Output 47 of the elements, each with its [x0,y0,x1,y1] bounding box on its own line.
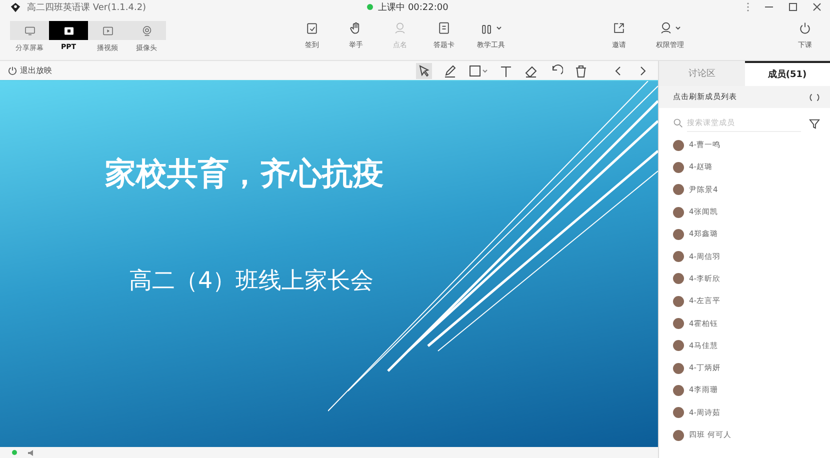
document-icon [437,21,451,35]
avatar [673,206,684,218]
avatar [673,162,684,173]
maximize-icon[interactable] [788,2,798,12]
avatar [673,296,684,307]
avatar [673,273,684,284]
class-status: 上课中 00:22:00 [378,2,448,14]
share-icon [612,21,626,35]
avatar [673,362,684,374]
exit-slideshow-button[interactable]: 退出放映 [8,65,52,76]
slides-icon [62,24,74,36]
slide-title: 家校共育，齐心抗疫 [105,155,385,194]
person-icon [393,21,407,35]
microphone-status-dot [12,450,17,455]
avatar [673,318,684,330]
close-icon[interactable] [812,2,822,12]
avatar [673,340,684,352]
checkbox-icon [305,21,319,35]
monitor-icon [24,24,36,36]
avatar [673,228,684,240]
pen-icon[interactable] [443,64,457,78]
search-icon[interactable] [673,118,683,128]
window-title: 高二四班英语课 Ver(1.1.4.2) [27,2,146,14]
caret-icon [496,26,502,30]
avatar [673,140,684,151]
power-icon [8,66,17,75]
avatar [673,251,684,262]
live-status-dot [367,4,374,10]
avatar [673,430,684,440]
play-icon [102,24,114,36]
panel-tab[interactable]: 讨论区 [659,61,744,86]
people-icon [659,21,673,35]
avatar [673,407,684,418]
trash-icon[interactable] [574,64,588,78]
text-icon[interactable] [499,64,513,78]
more-icon[interactable] [746,2,750,12]
rectangle-icon[interactable] [468,64,488,78]
eraser-icon[interactable] [524,64,538,78]
caret-icon [675,26,681,30]
slide-subtitle: 高二（4）班线上家长会 [129,267,375,296]
power-icon [798,21,812,35]
avatar [673,384,684,396]
refresh-icon[interactable] [809,92,820,102]
pointer-icon[interactable] [416,62,432,78]
webcam-icon [140,24,152,36]
avatar [673,184,684,196]
filter-icon[interactable] [809,118,820,128]
